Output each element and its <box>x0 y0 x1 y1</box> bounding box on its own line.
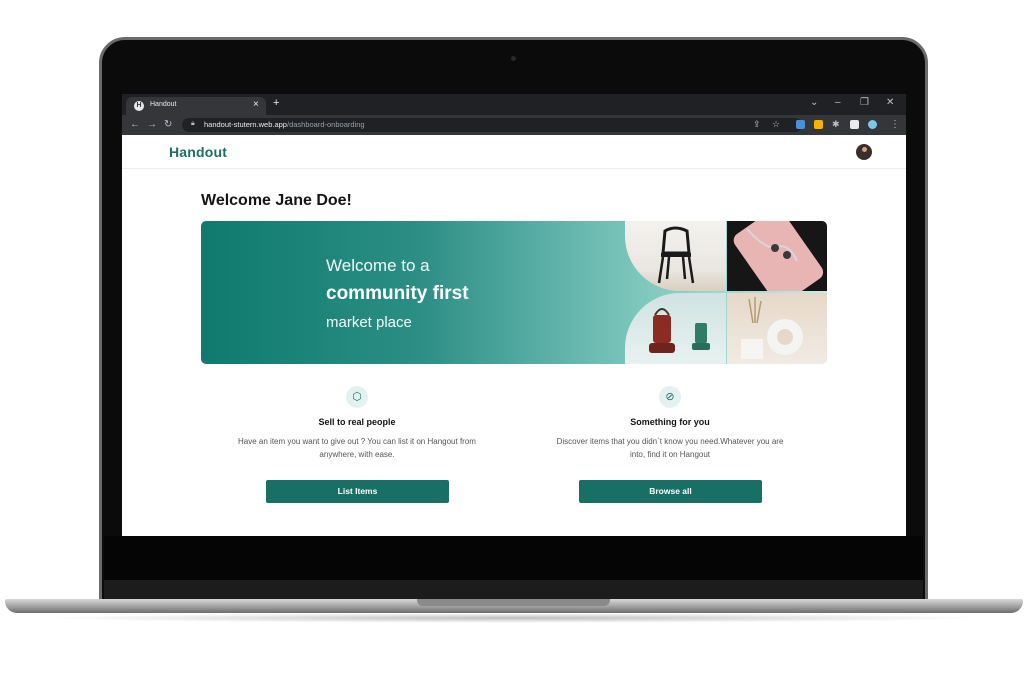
browser-tab-bar: H Handout × + ⌄ – ❐ ✕ <box>122 94 906 115</box>
feature-title-discover: Something for you <box>630 417 710 427</box>
extension-icon[interactable] <box>796 120 805 129</box>
browser-toolbar: ← → ↻ 🔒︎ handout-stutern.web.app/dashboa… <box>122 115 906 135</box>
lock-icon: 🔒︎ <box>191 120 195 127</box>
handout-logo[interactable]: Handout <box>169 144 227 160</box>
extension-icon[interactable] <box>814 120 823 129</box>
feature-desc-sell: Have an item you want to give out ? You … <box>238 437 476 459</box>
bookmark-star-icon[interactable]: ☆ <box>772 119 780 130</box>
browse-all-button[interactable]: Browse all <box>579 480 762 503</box>
share-icon[interactable]: ⇪ <box>753 119 761 130</box>
extensions-puzzle-icon[interactable]: ✱ <box>832 119 840 130</box>
back-icon[interactable]: ← <box>130 119 140 130</box>
tab-title: Handout <box>150 101 177 108</box>
tab-search-icon[interactable]: ⌄ <box>810 97 818 108</box>
reload-icon[interactable]: ↻ <box>164 119 172 130</box>
minimize-icon[interactable]: – <box>835 97 841 108</box>
hero-line-2: community first <box>326 283 469 304</box>
feature-desc-discover: Discover items that you didn`t know you … <box>556 437 784 459</box>
menu-kebab-icon[interactable]: ⋮ <box>890 119 900 130</box>
new-tab-icon[interactable]: + <box>273 97 279 109</box>
browser-tab[interactable]: H Handout × <box>126 97 266 115</box>
url-text: handout-stutern.web.app/dashboard-onboar… <box>204 120 365 129</box>
laptop-shadow <box>40 613 988 623</box>
laptop-screen: H Handout × + ⌄ – ❐ ✕ ← → ↻ 🔒︎ handout-s… <box>122 94 906 536</box>
profile-icon[interactable] <box>868 120 877 129</box>
hero-banner: Welcome to a community first market plac… <box>201 221 827 364</box>
lantern-photo <box>625 293 726 364</box>
chair-photo <box>625 221 726 291</box>
site-header: Handout <box>122 135 906 169</box>
hero-line-3: market place <box>326 314 412 331</box>
feature-title-sell: Sell to real people <box>318 417 396 427</box>
compass-icon: ⊘ <box>659 386 681 408</box>
vase-photo <box>727 293 827 364</box>
avatar[interactable] <box>856 144 872 160</box>
tag-icon: ⬡ <box>346 386 368 408</box>
forward-icon[interactable]: → <box>147 119 157 130</box>
laptop-notch <box>417 599 610 606</box>
address-bar[interactable]: 🔒︎ handout-stutern.web.app/dashboard-onb… <box>182 118 802 132</box>
phone-photo <box>727 221 827 291</box>
page-title: Welcome Jane Doe! <box>201 192 352 209</box>
list-items-button[interactable]: List Items <box>266 480 449 503</box>
restore-icon[interactable]: ❐ <box>860 97 869 108</box>
favicon-icon: H <box>134 101 144 111</box>
webcam <box>511 56 516 61</box>
hero-line-1: Welcome to a <box>326 256 430 275</box>
web-page: Handout Welcome Jane Doe! Welcome to a c… <box>122 135 906 536</box>
close-window-icon[interactable]: ✕ <box>886 97 894 108</box>
tab-close-icon[interactable]: × <box>253 99 259 110</box>
laptop-hinge <box>104 580 923 600</box>
laptop-bezel <box>104 536 923 582</box>
side-panel-icon[interactable] <box>850 120 859 129</box>
